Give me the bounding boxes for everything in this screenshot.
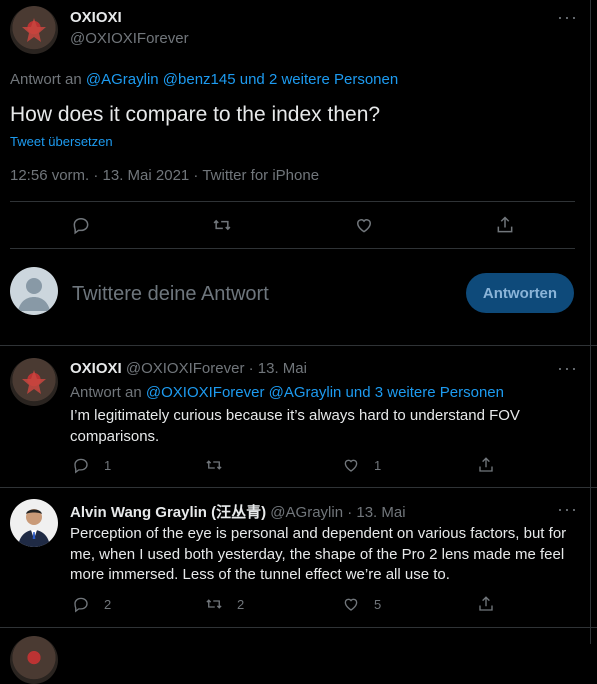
handle-time[interactable]: @AGraylin · 13. Mai	[270, 504, 405, 521]
share-button[interactable]	[495, 215, 515, 235]
reply-icon	[73, 217, 89, 235]
retweet-button[interactable]: 2	[205, 595, 244, 613]
reply-header: OXIOXI @OXIOXIForever · 13. Mai	[70, 360, 307, 377]
tweet-text: How does it compare to the index then?	[10, 103, 381, 126]
translate-link[interactable]: Tweet übersetzen	[10, 134, 113, 149]
retweet-count: 2	[237, 596, 245, 612]
display-name[interactable]: OXIOXI	[70, 360, 122, 377]
retweet-button[interactable]	[205, 456, 223, 474]
reply-prefix: Antwort an	[70, 384, 142, 401]
reply-icon	[74, 597, 88, 613]
default-user-icon	[18, 278, 50, 311]
reply-to-links[interactable]: @AGraylin @benz145 und 2 weitere Persone…	[86, 71, 398, 88]
divider	[0, 627, 597, 628]
reply-icon	[74, 458, 88, 474]
reply-submit-button[interactable]: Antworten	[466, 273, 574, 313]
reply-count: 1	[104, 457, 112, 473]
like-count: 1	[374, 457, 382, 473]
share-button[interactable]	[477, 595, 495, 613]
tweet-text: I’m legitimately curious because it’s al…	[70, 407, 520, 445]
tweet-meta[interactable]: 12:56 vorm. · 13. Mai 2021 · Twitter for…	[10, 167, 319, 184]
column-border	[590, 0, 591, 644]
avatar[interactable]	[10, 636, 58, 684]
avatar[interactable]	[10, 499, 58, 547]
display-name[interactable]: Alvin Wang Graylin (汪丛青)	[70, 504, 266, 521]
avatar[interactable]	[10, 358, 58, 406]
reply-button[interactable]: 1	[72, 456, 111, 474]
logo-icon	[22, 18, 46, 42]
divider	[10, 201, 575, 202]
heart-icon	[344, 598, 358, 611]
retweet-icon	[206, 599, 222, 609]
divider	[0, 487, 597, 488]
reply-button[interactable]: 2	[72, 595, 111, 613]
reply-to-links[interactable]: @OXIOXIForever @AGraylin und 3 weitere P…	[146, 384, 504, 401]
share-icon	[479, 457, 493, 472]
share-icon	[479, 596, 493, 611]
avatar	[10, 267, 58, 315]
divider	[10, 248, 575, 249]
reply-header: Alvin Wang Graylin (汪丛青) @AGraylin · 13.…	[70, 501, 406, 522]
reply-prefix: Antwort an	[10, 71, 82, 88]
like-button[interactable]: 5	[342, 595, 381, 613]
more-icon[interactable]: ···	[557, 500, 578, 518]
reply-input[interactable]: Twittere deine Antwort	[72, 283, 269, 306]
handle-time[interactable]: @OXIOXIForever · 13. Mai	[126, 360, 307, 377]
retweet-icon	[213, 219, 231, 231]
more-icon[interactable]: ···	[557, 8, 578, 26]
share-button[interactable]	[477, 456, 495, 474]
display-name[interactable]: OXIOXI	[70, 9, 122, 26]
reply-context: Antwort an @OXIOXIForever @AGraylin und …	[70, 384, 504, 401]
logo-icon	[22, 370, 46, 394]
user-photo-icon	[18, 509, 50, 547]
reply-count: 2	[104, 596, 112, 612]
tweet-text: Perception of the eye is personal and de…	[70, 525, 567, 583]
like-button[interactable]	[354, 215, 374, 235]
like-count: 5	[374, 596, 382, 612]
divider	[0, 345, 597, 346]
reply-context: Antwort an @AGraylin @benz145 und 2 weit…	[10, 71, 398, 88]
like-button[interactable]: 1	[342, 456, 381, 474]
heart-icon	[356, 219, 372, 233]
heart-icon	[344, 459, 358, 472]
retweet-button[interactable]	[212, 215, 232, 235]
retweet-icon	[206, 460, 222, 470]
handle[interactable]: @OXIOXIForever	[70, 30, 189, 47]
share-icon	[497, 216, 513, 233]
more-icon[interactable]: ···	[557, 359, 578, 377]
reply-button[interactable]	[71, 215, 91, 235]
avatar[interactable]	[10, 6, 58, 54]
